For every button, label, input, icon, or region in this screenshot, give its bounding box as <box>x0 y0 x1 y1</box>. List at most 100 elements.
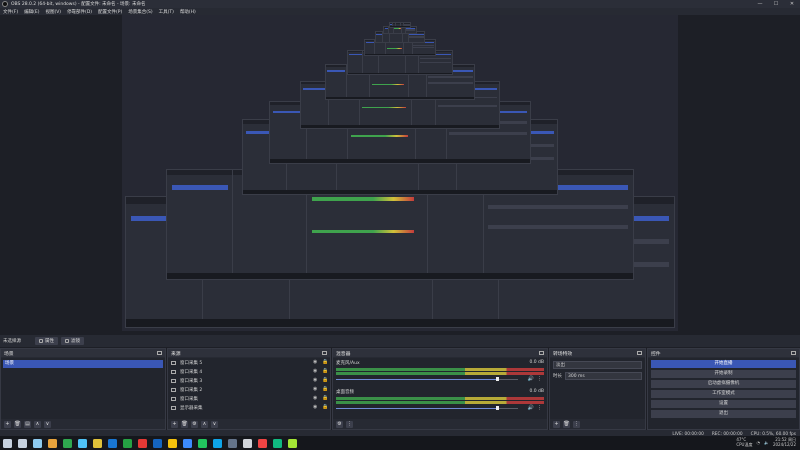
add-transition-button[interactable]: + <box>553 420 560 428</box>
move-down-button[interactable]: ∨ <box>211 420 218 428</box>
undock-icon[interactable] <box>637 351 642 355</box>
taskbar-app-icon[interactable] <box>243 438 252 448</box>
source-item[interactable]: 窗口采集 ◉ 🔒 <box>168 394 330 403</box>
visibility-icon[interactable]: ◉ <box>313 369 318 374</box>
volume-slider[interactable]: 🔊 ⋮ <box>336 376 544 382</box>
source-properties-button[interactable]: ⚙ <box>191 420 198 428</box>
remove-transition-button[interactable]: 🗑 <box>563 420 570 428</box>
mixer-settings-button[interactable]: ⚙ <box>336 420 343 428</box>
undock-icon[interactable] <box>157 351 162 355</box>
visibility-icon[interactable]: ◉ <box>313 387 318 392</box>
taskbar-app-icon[interactable] <box>168 438 177 448</box>
transition-type-select[interactable]: 淡出 <box>553 361 642 369</box>
taskbar-app-icon[interactable] <box>78 438 87 448</box>
taskbar-app-icon[interactable] <box>48 438 57 448</box>
channel-name: 桌面音频 <box>336 390 354 395</box>
source-name: 窗口采集 4 <box>180 369 203 375</box>
visibility-icon[interactable]: ◉ <box>313 405 318 410</box>
visibility-icon[interactable]: ◉ <box>313 378 318 383</box>
filters-button[interactable]: 滤镜 <box>61 337 84 345</box>
menu-tools[interactable]: 工具(T) <box>159 9 174 15</box>
taskbar-app-icon[interactable] <box>63 438 72 448</box>
taskbar-app-icon[interactable] <box>228 438 237 448</box>
taskbar-app-icon[interactable] <box>273 438 282 448</box>
source-item[interactable]: 窗口采集 5 ◉ 🔒 <box>168 358 330 367</box>
mixer-menu-button[interactable]: ⋮ <box>346 420 353 428</box>
speaker-icon[interactable]: 🔊 <box>528 376 534 382</box>
source-item[interactable]: 窗口采集 4 ◉ 🔒 <box>168 367 330 376</box>
speaker-icon[interactable]: 🔊 <box>528 405 534 411</box>
visibility-icon[interactable]: ◉ <box>313 360 318 365</box>
controls-title: 控件 <box>651 351 661 357</box>
taskbar-app-icon[interactable] <box>123 438 132 448</box>
source-item[interactable]: 窗口采集 3 ◉ 🔒 <box>168 376 330 385</box>
source-name: 显示器采集 <box>180 405 203 411</box>
start-recording-button[interactable]: 开始录制 <box>651 370 796 378</box>
menu-file[interactable]: 文件(F) <box>3 9 18 15</box>
taskbar-app-icon[interactable] <box>33 438 42 448</box>
lock-icon[interactable]: 🔒 <box>322 405 328 410</box>
move-up-button[interactable]: ∧ <box>201 420 208 428</box>
visibility-icon[interactable]: ◉ <box>313 396 318 401</box>
taskbar-app-icon[interactable] <box>138 438 147 448</box>
settings-button[interactable]: 设置 <box>651 400 796 408</box>
lock-icon[interactable]: 🔒 <box>322 369 328 374</box>
scene-item[interactable]: 场景 <box>3 360 163 368</box>
source-item[interactable]: 窗口采集 2 ◉ 🔒 <box>168 385 330 394</box>
minimize-button[interactable]: — <box>752 1 768 7</box>
source-item[interactable]: 显示器采集 ◉ 🔒 <box>168 403 330 412</box>
transition-menu-button[interactable]: ⋮ <box>573 420 580 428</box>
taskbar-app-icon[interactable] <box>258 438 267 448</box>
maximize-button[interactable]: ☐ <box>768 1 784 7</box>
lock-icon[interactable]: 🔒 <box>322 387 328 392</box>
preview-canvas[interactable] <box>122 15 678 331</box>
studio-mode-button[interactable]: 工作室模式 <box>651 390 796 398</box>
undock-icon[interactable] <box>322 351 327 355</box>
move-down-button[interactable]: ∨ <box>44 420 51 428</box>
taskbar-app-icon[interactable] <box>213 438 222 448</box>
slider-knob[interactable] <box>496 377 499 381</box>
taskbar-app-icon[interactable] <box>183 438 192 448</box>
menu-help[interactable]: 帮助(H) <box>180 9 196 15</box>
scene-filters-button[interactable]: ▤ <box>24 420 31 428</box>
more-options-icon[interactable]: ⋮ <box>537 376 542 382</box>
move-up-button[interactable]: ∧ <box>34 420 41 428</box>
more-options-icon[interactable]: ⋮ <box>537 405 542 411</box>
window-capture-icon <box>171 360 176 365</box>
network-icon[interactable]: ◔ <box>756 440 760 445</box>
volume-slider[interactable]: 🔊 ⋮ <box>336 405 544 411</box>
volume-icon[interactable]: 🔈 <box>764 440 769 445</box>
undock-icon[interactable] <box>539 351 544 355</box>
close-button[interactable]: ✕ <box>784 1 800 7</box>
windows-start-icon[interactable] <box>3 438 12 448</box>
properties-button[interactable]: 属性 <box>35 337 58 345</box>
remove-scene-button[interactable]: 🗑 <box>14 420 21 428</box>
taskbar-app-icon[interactable] <box>288 438 297 448</box>
menu-view[interactable]: 视图(V) <box>45 9 61 15</box>
menu-edit[interactable]: 编辑(E) <box>24 9 39 15</box>
lock-icon[interactable]: 🔒 <box>322 378 328 383</box>
start-virtual-camera-button[interactable]: 启动虚拟摄像机 <box>651 380 796 388</box>
slider-knob[interactable] <box>496 406 499 410</box>
preview-area[interactable] <box>0 15 800 333</box>
clock[interactable]: 21:52 周日 2024/12/22 <box>773 437 796 447</box>
lock-icon[interactable]: 🔒 <box>322 360 328 365</box>
taskbar-app-icon[interactable] <box>108 438 117 448</box>
cpu-temperature-label: CPU温度 <box>736 442 753 447</box>
undock-icon[interactable] <box>791 351 796 355</box>
add-source-button[interactable]: + <box>171 420 178 428</box>
taskbar-app-icon[interactable] <box>93 438 102 448</box>
search-icon[interactable] <box>18 438 27 448</box>
exit-button[interactable]: 退出 <box>651 410 796 418</box>
menu-scene-collection[interactable]: 场景集合(S) <box>128 9 152 15</box>
duration-input[interactable]: 300 ms <box>565 372 642 380</box>
date: 2024/12/22 <box>772 442 796 447</box>
add-scene-button[interactable]: + <box>4 420 11 428</box>
menu-profile[interactable]: 配置文件(P) <box>98 9 122 15</box>
taskbar-app-icon[interactable] <box>153 438 162 448</box>
remove-source-button[interactable]: 🗑 <box>181 420 188 428</box>
start-streaming-button[interactable]: 开始直播 <box>651 360 796 368</box>
lock-icon[interactable]: 🔒 <box>322 396 328 401</box>
menu-docks[interactable]: 停靠部件(D) <box>67 9 92 15</box>
taskbar-app-icon[interactable] <box>198 438 207 448</box>
